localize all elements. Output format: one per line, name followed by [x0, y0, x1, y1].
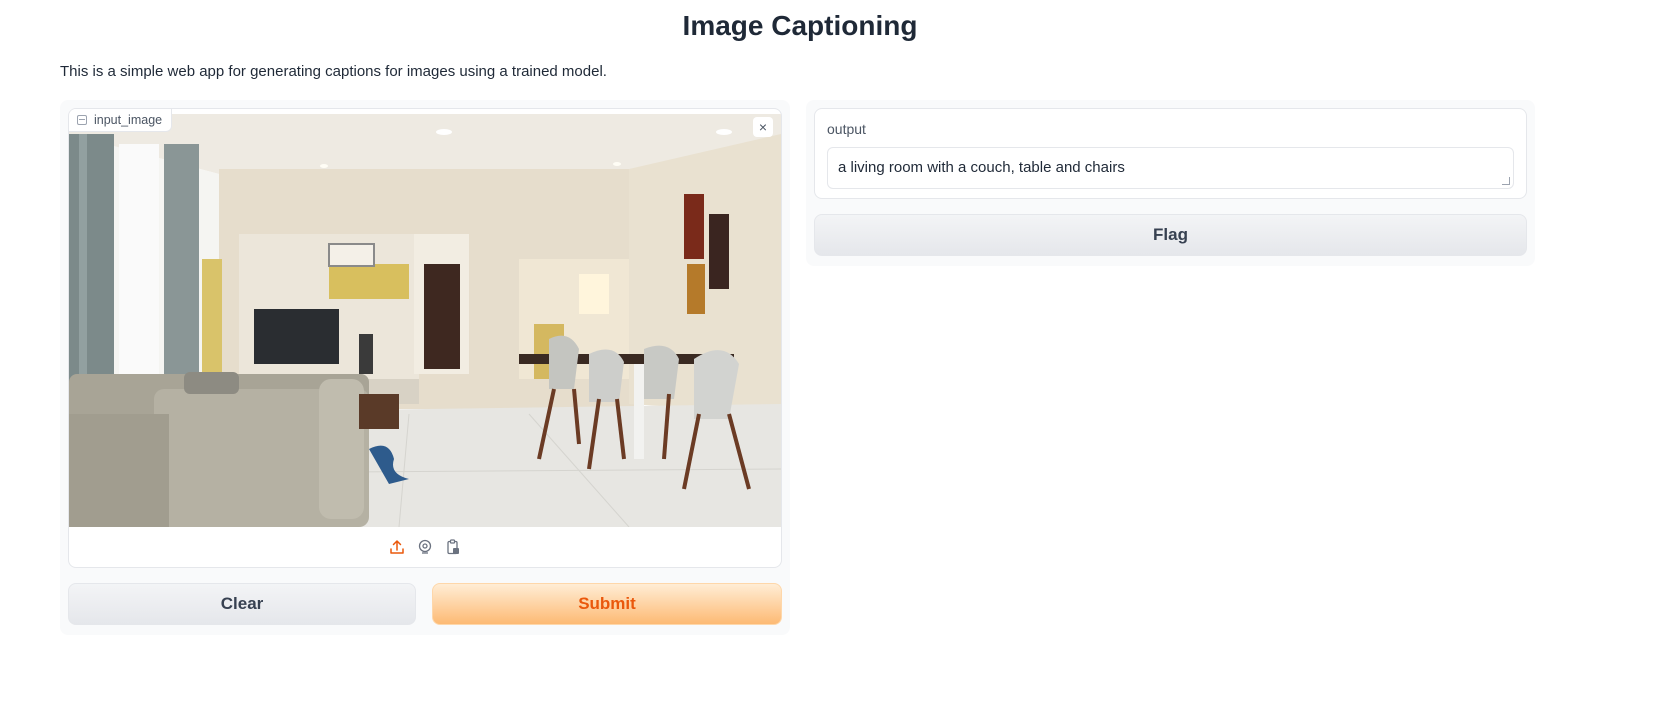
input-image-preview [69, 114, 781, 527]
image-input-label-text: input_image [94, 113, 163, 127]
output-value: a living room with a couch, table and ch… [838, 159, 1125, 176]
flag-button[interactable]: Flag [814, 214, 1527, 256]
page-title: Image Captioning [682, 10, 918, 41]
input-panel: input_image × Clear Submit [60, 100, 790, 635]
output-textbox[interactable]: a living room with a couch, table and ch… [827, 147, 1514, 189]
image-source-toolbar [69, 527, 781, 567]
page-description: This is a simple web app for generating … [60, 63, 607, 80]
resize-handle-icon[interactable] [1502, 177, 1510, 185]
output-label: output [827, 121, 866, 137]
submit-button[interactable]: Submit [432, 583, 782, 625]
image-icon [77, 115, 87, 125]
clipboard-icon[interactable] [445, 539, 461, 555]
living-room-image [69, 114, 781, 527]
clear-image-button[interactable]: × [753, 117, 773, 137]
webcam-icon[interactable] [417, 539, 433, 555]
image-input-label: input_image [69, 109, 173, 132]
clear-button[interactable]: Clear [68, 583, 416, 625]
output-textbox-block: output a living room with a couch, table… [814, 108, 1527, 199]
upload-icon[interactable] [389, 539, 405, 555]
output-panel: output a living room with a couch, table… [806, 100, 1535, 266]
image-input[interactable]: input_image × [68, 108, 782, 568]
